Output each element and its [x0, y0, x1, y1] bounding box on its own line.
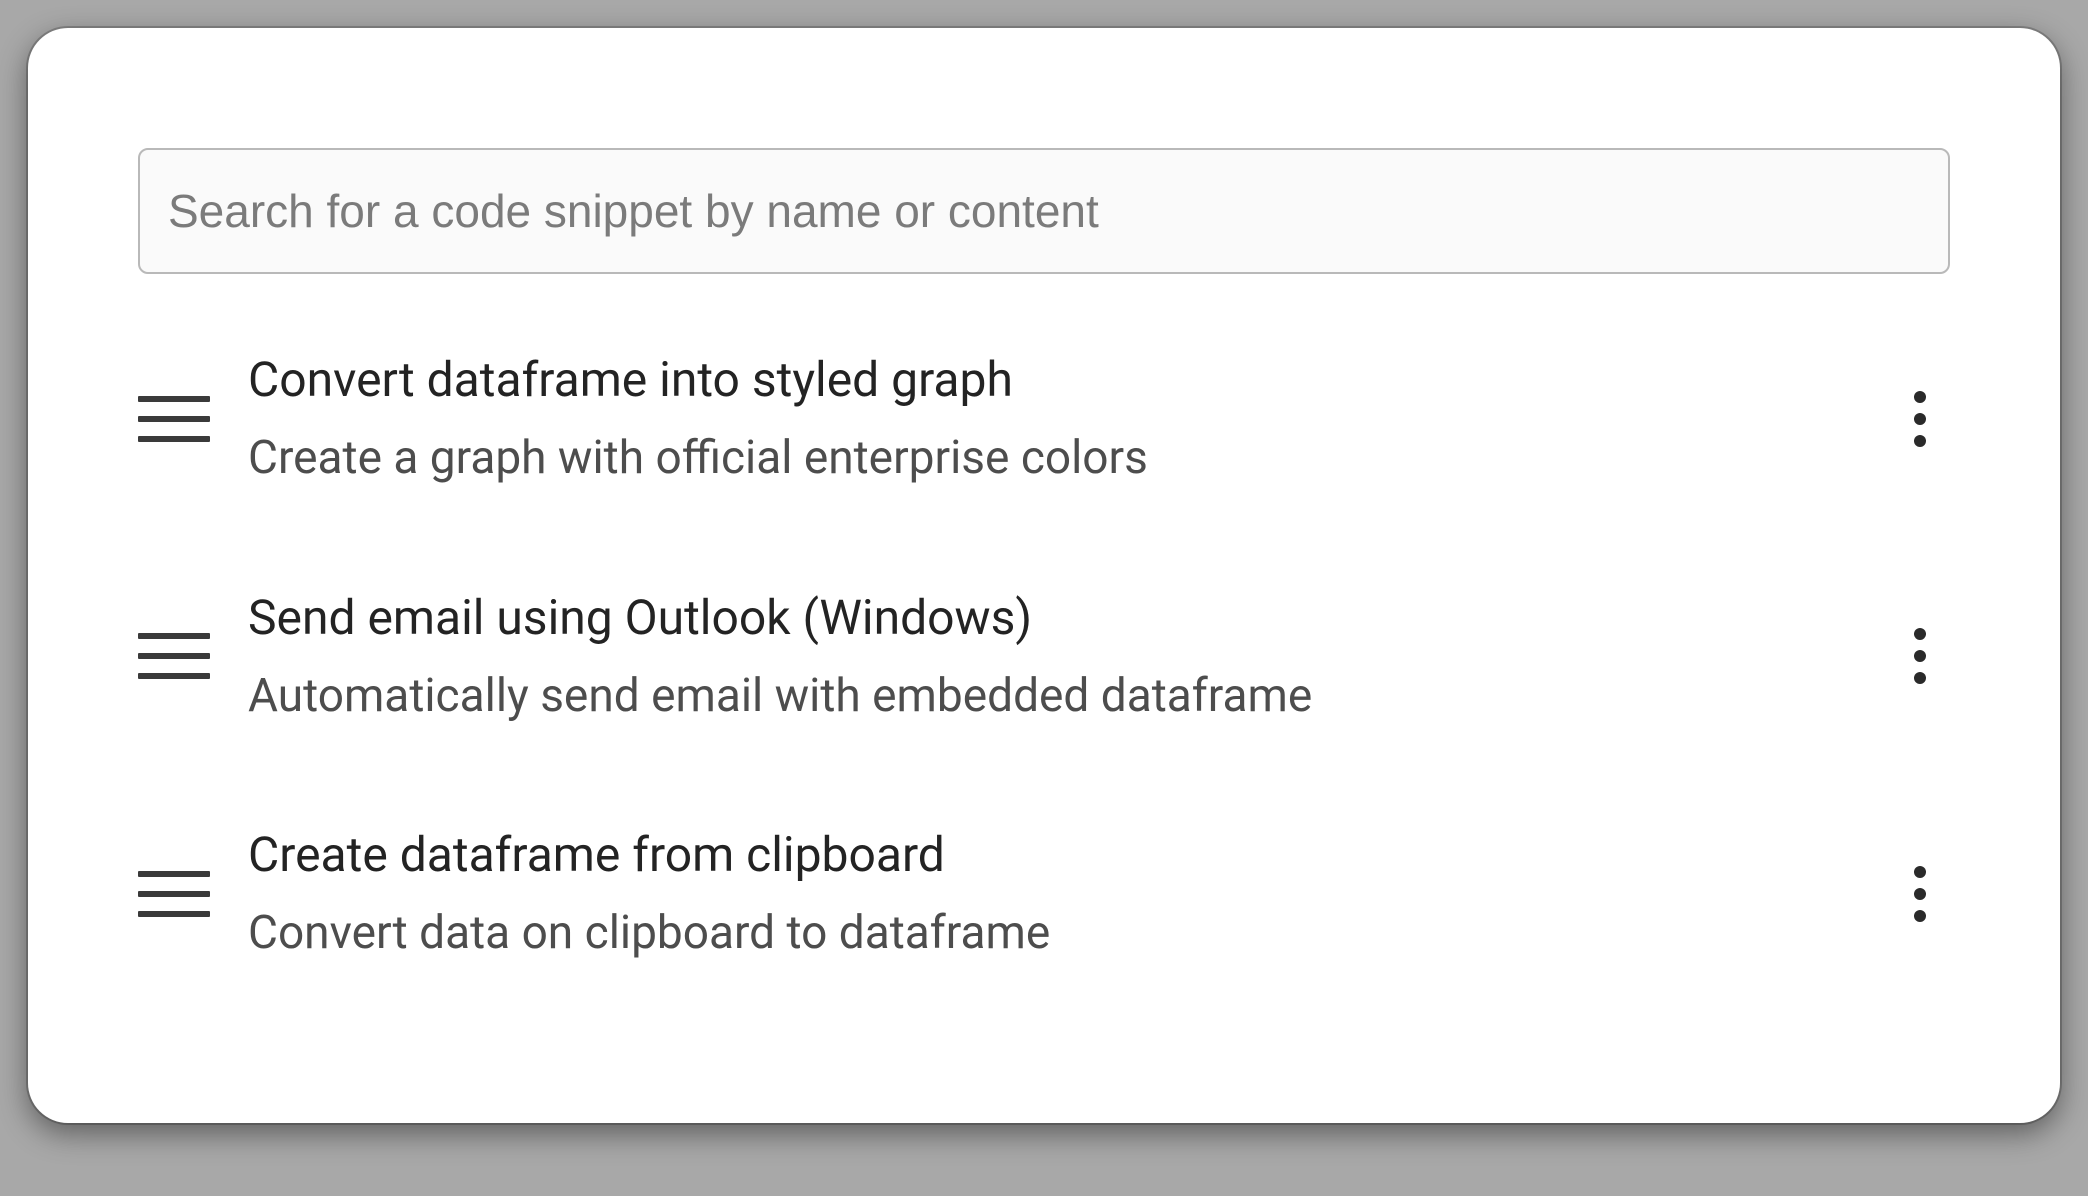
snippet-description: Automatically send email with embedded d… [248, 668, 1852, 726]
drag-handle-icon[interactable] [138, 633, 210, 679]
list-item[interactable]: Convert dataframe into styled graph Crea… [138, 310, 1950, 548]
search-input[interactable] [138, 148, 1950, 274]
drag-handle-icon[interactable] [138, 396, 210, 442]
more-vertical-icon [1914, 866, 1926, 878]
list-item-text: Create dataframe from clipboard Convert … [248, 825, 1852, 963]
more-options-button[interactable] [1890, 854, 1950, 934]
list-item[interactable]: Send email using Outlook (Windows) Autom… [138, 548, 1950, 786]
more-vertical-icon [1914, 391, 1926, 403]
list-item[interactable]: Create dataframe from clipboard Convert … [138, 785, 1950, 1023]
snippet-description: Create a graph with official enterprise … [248, 430, 1852, 488]
snippet-list: Convert dataframe into styled graph Crea… [138, 310, 1950, 1023]
list-item-text: Send email using Outlook (Windows) Autom… [248, 588, 1852, 726]
snippet-description: Convert data on clipboard to dataframe [248, 905, 1852, 963]
snippet-title: Create dataframe from clipboard [248, 825, 1852, 885]
more-options-button[interactable] [1890, 616, 1950, 696]
snippet-title: Send email using Outlook (Windows) [248, 588, 1852, 648]
more-options-button[interactable] [1890, 379, 1950, 459]
snippets-panel: Convert dataframe into styled graph Crea… [28, 28, 2060, 1123]
snippet-title: Convert dataframe into styled graph [248, 350, 1852, 410]
drag-handle-icon[interactable] [138, 871, 210, 917]
more-vertical-icon [1914, 628, 1926, 640]
list-item-text: Convert dataframe into styled graph Crea… [248, 350, 1852, 488]
